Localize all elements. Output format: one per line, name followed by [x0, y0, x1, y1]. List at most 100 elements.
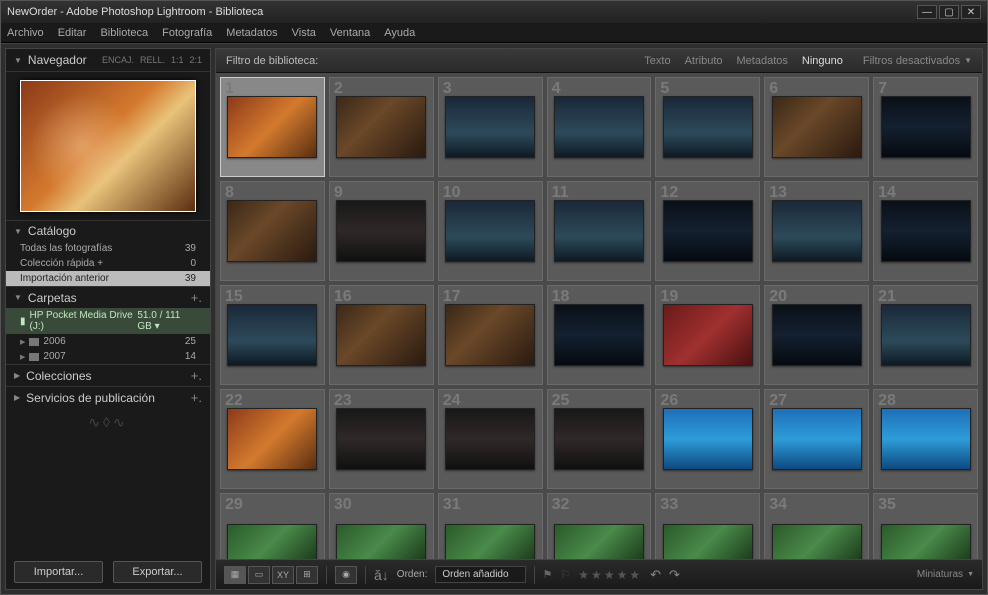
add-publish-icon[interactable]: +.: [191, 390, 202, 405]
thumbnail-cell[interactable]: 8: [220, 181, 325, 281]
window-title: NewOrder - Adobe Photoshop Lightroom - B…: [7, 6, 917, 18]
compare-view-icon[interactable]: XY: [272, 566, 294, 584]
painter-icon[interactable]: ◉: [335, 566, 357, 584]
order-select[interactable]: Orden añadido: [435, 566, 525, 583]
thumbnail-cell[interactable]: 7: [873, 77, 978, 177]
grid-view-icon[interactable]: ▦: [224, 566, 246, 584]
nav-mode[interactable]: ENCAJ.: [102, 55, 134, 65]
import-button[interactable]: Importar...: [14, 561, 103, 583]
menu-ayuda[interactable]: Ayuda: [384, 27, 415, 39]
thumbnail-cell[interactable]: 18: [547, 285, 652, 385]
grid-scroll[interactable]: 1234567891011121314151617181920212223242…: [216, 73, 982, 559]
thumb-image: [663, 96, 753, 158]
menu-biblioteca[interactable]: Biblioteca: [100, 27, 148, 39]
catalog-row[interactable]: Importación anterior39: [6, 271, 210, 286]
filter-tab-ninguno[interactable]: Ninguno: [802, 55, 843, 67]
loupe-view-icon[interactable]: ▭: [248, 566, 270, 584]
thumb-image: [554, 304, 644, 366]
flag-picked-icon[interactable]: ⚑: [543, 568, 553, 581]
folders-header[interactable]: ▼ Carpetas +.: [6, 286, 210, 308]
thumbnail-cell[interactable]: 10: [438, 181, 543, 281]
thumbnail-cell[interactable]: 9: [329, 181, 434, 281]
filter-tab-metadatos[interactable]: Metadatos: [737, 55, 788, 67]
maximize-button[interactable]: ▢: [939, 5, 959, 19]
export-button[interactable]: Exportar...: [113, 561, 202, 583]
thumbnail-cell[interactable]: 34•••: [764, 493, 869, 559]
thumbnail-cell[interactable]: 20: [764, 285, 869, 385]
thumb-image: [772, 96, 862, 158]
thumbnail-cell[interactable]: 5: [655, 77, 760, 177]
sort-direction-icon[interactable]: ă↓: [374, 567, 389, 583]
folder-row[interactable]: ▶200625: [6, 334, 210, 349]
minimize-button[interactable]: —: [917, 5, 937, 19]
thumbnail-cell[interactable]: 21: [873, 285, 978, 385]
thumbnail-cell[interactable]: 17: [438, 285, 543, 385]
thumbnail-cell[interactable]: 13: [764, 181, 869, 281]
rotate-ccw-icon[interactable]: ↶: [650, 567, 661, 583]
left-bottom-buttons: Importar... Exportar...: [6, 555, 210, 589]
thumbnail-cell[interactable]: 14: [873, 181, 978, 281]
catalog-row[interactable]: Todas las fotografías39: [6, 241, 210, 256]
thumb-image: [445, 524, 535, 559]
thumbnail-cell[interactable]: 15: [220, 285, 325, 385]
thumbnail-cell[interactable]: 23: [329, 389, 434, 489]
thumbnail-cell[interactable]: 33•••: [655, 493, 760, 559]
filter-tab-atributo[interactable]: Atributo: [685, 55, 723, 67]
thumbnail-cell[interactable]: 31•••: [438, 493, 543, 559]
thumbnail-cell[interactable]: 19: [655, 285, 760, 385]
thumbnail-cell[interactable]: 11: [547, 181, 652, 281]
filter-tab-texto[interactable]: Texto: [644, 55, 670, 67]
survey-view-icon[interactable]: ⊞: [296, 566, 318, 584]
folder-row[interactable]: ▶200714: [6, 349, 210, 364]
add-folder-icon[interactable]: +.: [191, 290, 202, 305]
flag-rejected-icon[interactable]: ⚐: [560, 568, 570, 581]
thumbnail-cell[interactable]: 32•••: [547, 493, 652, 559]
catalog-row[interactable]: Colección rápida +0: [6, 256, 210, 271]
nav-mode[interactable]: RELL.: [140, 55, 165, 65]
thumbnail-cell[interactable]: 16: [329, 285, 434, 385]
thumbnail-cell[interactable]: 28: [873, 389, 978, 489]
thumbnail-cell[interactable]: 25: [547, 389, 652, 489]
triangle-right-icon: ▶: [14, 371, 20, 380]
menu-vista[interactable]: Vista: [292, 27, 316, 39]
close-button[interactable]: ✕: [961, 5, 981, 19]
thumbnail-cell[interactable]: 30•••: [329, 493, 434, 559]
publish-header[interactable]: ▶ Servicios de publicación +.: [6, 386, 210, 408]
thumbnail-cell[interactable]: 26: [655, 389, 760, 489]
thumb-index: 21: [878, 288, 896, 306]
navigator-header[interactable]: ▼ Navegador ENCAJ.RELL.1:12:1: [6, 49, 210, 72]
collections-header[interactable]: ▶ Colecciones +.: [6, 364, 210, 386]
drive-row[interactable]: ▮HP Pocket Media Drive (J:)51.0 / 111 GB…: [6, 308, 210, 334]
preview-image[interactable]: [20, 80, 196, 212]
menubar: Archivo Editar Biblioteca Fotografía Metadat…: [1, 23, 987, 43]
thumbnail-cell[interactable]: 4: [547, 77, 652, 177]
thumb-image: [881, 200, 971, 262]
thumbnail-cell[interactable]: 2: [329, 77, 434, 177]
thumb-image: [772, 408, 862, 470]
nav-mode[interactable]: 2:1: [189, 55, 202, 65]
nav-mode[interactable]: 1:1: [171, 55, 184, 65]
thumbnail-cell[interactable]: 1: [220, 77, 325, 177]
thumbnail-cell[interactable]: 29•••: [220, 493, 325, 559]
thumb-index: 27: [769, 392, 787, 410]
thumbnail-cell[interactable]: 12: [655, 181, 760, 281]
main-body: ▼ Navegador ENCAJ.RELL.1:12:1 ▼ Catálogo…: [1, 43, 987, 594]
thumbnail-cell[interactable]: 22: [220, 389, 325, 489]
menu-ventana[interactable]: Ventana: [330, 27, 370, 39]
thumbnail-cell[interactable]: 27: [764, 389, 869, 489]
menu-archivo[interactable]: Archivo: [7, 27, 44, 39]
thumbnail-cell[interactable]: 6: [764, 77, 869, 177]
menu-metadatos[interactable]: Metadatos: [226, 27, 277, 39]
rating-stars[interactable]: ★★★★★: [578, 568, 642, 582]
add-collection-icon[interactable]: +.: [191, 368, 202, 383]
thumb-image: [663, 524, 753, 559]
thumbnail-cell[interactable]: 35•••: [873, 493, 978, 559]
menu-fotografía[interactable]: Fotografía: [162, 27, 212, 39]
catalog-header[interactable]: ▼ Catálogo: [6, 220, 210, 241]
thumbnails-size[interactable]: Miniaturas ▼: [917, 569, 974, 580]
thumbnail-cell[interactable]: 24: [438, 389, 543, 489]
rotate-cw-icon[interactable]: ↷: [669, 567, 680, 583]
menu-editar[interactable]: Editar: [58, 27, 87, 39]
thumbnail-cell[interactable]: 3: [438, 77, 543, 177]
filters-off-dropdown[interactable]: Filtros desactivados ▼: [863, 55, 972, 67]
